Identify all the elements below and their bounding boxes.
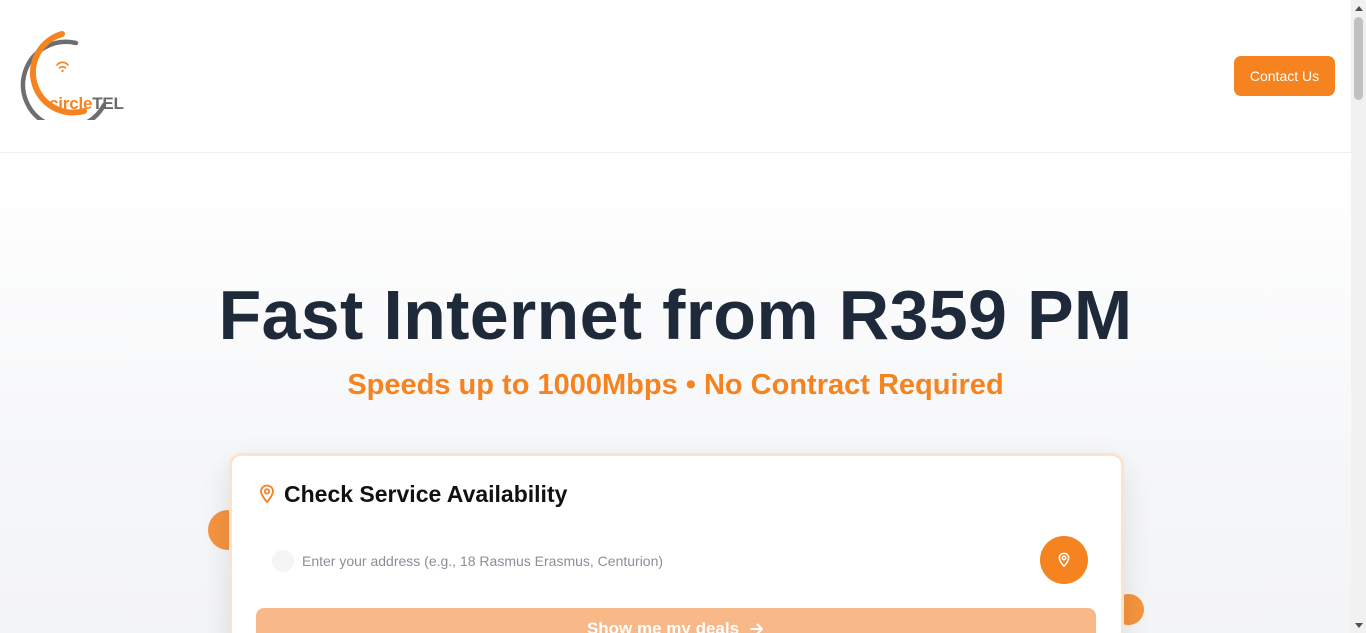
hero-subtitle: Speeds up to 1000Mbps • No Contract Requ… [347, 369, 1004, 401]
map-pin-icon [260, 484, 274, 503]
page: circleTEL Contact Us Fast Internet from … [0, 0, 1351, 633]
circletel-logo[interactable]: circleTEL [18, 28, 138, 120]
availability-card: Check Service Availability Show me my de… [229, 453, 1124, 633]
logo-wordmark: circleTEL [49, 94, 124, 114]
hero-title: Fast Internet from R359 PM [218, 276, 1133, 354]
scroll-up-arrow-icon[interactable] [1351, 0, 1366, 15]
use-location-button[interactable] [1040, 536, 1088, 584]
address-search-row [256, 536, 1098, 588]
contact-us-button[interactable]: Contact Us [1234, 56, 1335, 96]
scrollbar-thumb[interactable] [1354, 17, 1363, 100]
address-input-icon [272, 550, 294, 572]
map-pin-icon [1058, 552, 1070, 567]
wifi-icon [56, 61, 69, 73]
address-input[interactable] [302, 544, 1022, 578]
show-deals-label: Show me my deals [586, 619, 740, 633]
site-header: circleTEL Contact Us [0, 0, 1351, 153]
logo-text-circle: circle [49, 94, 93, 113]
logo-text-tel: TEL [92, 94, 124, 113]
arrow-right-icon [750, 623, 764, 633]
hero-section: Fast Internet from R359 PM Speeds up to … [0, 153, 1351, 633]
availability-title: Check Service Availability [284, 481, 568, 507]
show-deals-button[interactable]: Show me my deals [256, 608, 1096, 633]
vertical-scrollbar[interactable] [1351, 0, 1366, 633]
scroll-down-arrow-icon[interactable] [1351, 618, 1366, 633]
